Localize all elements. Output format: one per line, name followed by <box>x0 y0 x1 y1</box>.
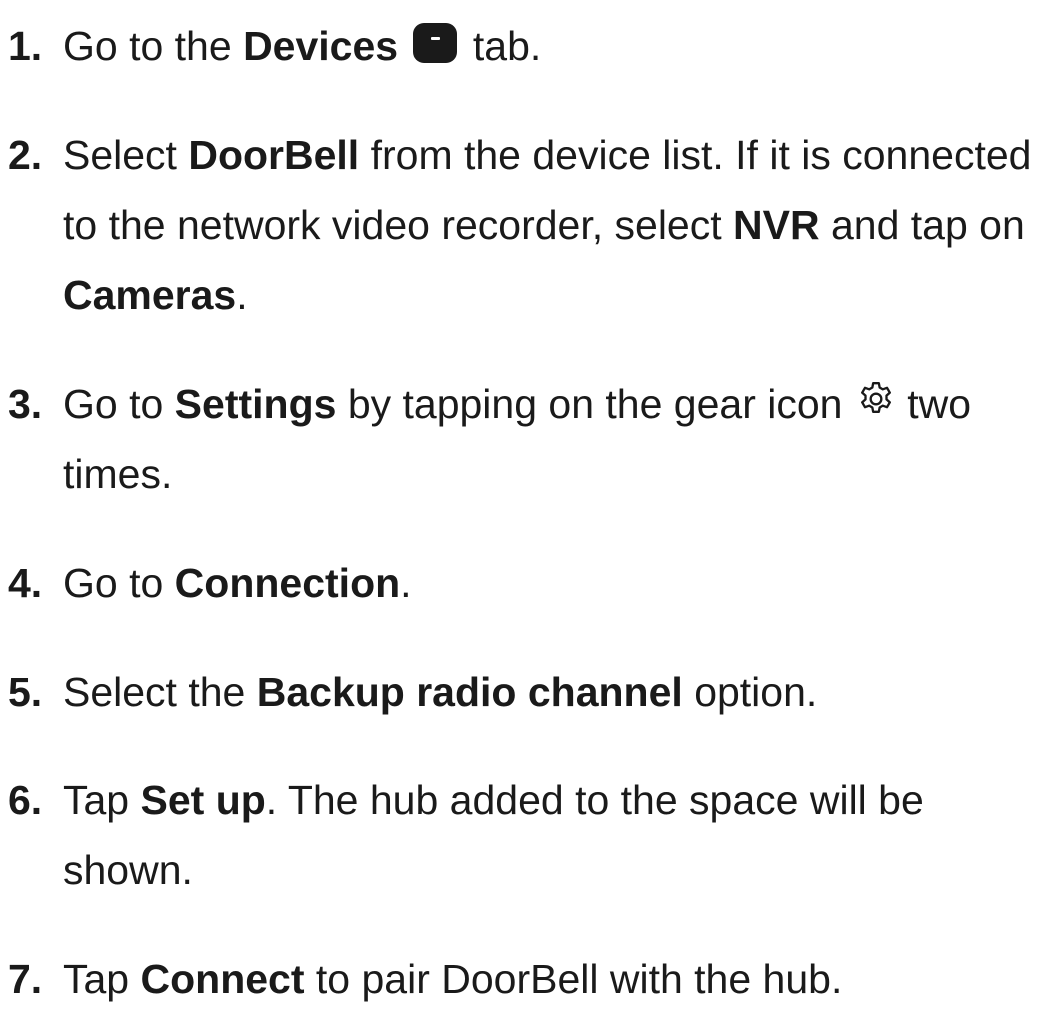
step-number: 6. <box>8 777 43 823</box>
step-6: 6. Tap Set up. The hub added to the spac… <box>8 765 1038 905</box>
set-up-label: Set up <box>140 777 266 823</box>
step-7: 7. Tap Connect to pair DoorBell with the… <box>8 944 1038 1014</box>
nvr-label: NVR <box>733 202 820 248</box>
step-number: 5. <box>8 669 43 715</box>
step-2: 2. Select DoorBell from the device list.… <box>8 120 1038 330</box>
step-text: Tap Connect to pair DoorBell with the hu… <box>63 956 843 1002</box>
backup-radio-channel-label: Backup radio channel <box>256 669 683 715</box>
devices-tab-icon <box>413 23 458 64</box>
step-4: 4. Go to Connection. <box>8 548 1038 618</box>
connect-label: Connect <box>140 956 305 1002</box>
step-text: Go to Connection. <box>63 560 412 606</box>
step-1: 1. Go to the Devices tab. <box>8 11 1038 81</box>
cameras-label: Cameras <box>63 272 237 318</box>
step-number: 1. <box>8 23 43 69</box>
step-number: 4. <box>8 560 43 606</box>
step-text: Go to Settings by tapping on the gear ic… <box>63 379 972 497</box>
devices-label: Devices <box>243 23 399 69</box>
step-number: 3. <box>8 381 43 427</box>
step-text: Go to the Devices tab. <box>63 23 542 69</box>
step-text: Select DoorBell from the device list. If… <box>63 132 1032 318</box>
connection-label: Connection <box>174 560 401 606</box>
step-text: Select the Backup radio channel option. <box>63 669 818 715</box>
step-text: Tap Set up. The hub added to the space w… <box>63 777 924 893</box>
step-number: 7. <box>8 956 43 1002</box>
step-number: 2. <box>8 132 43 178</box>
step-5: 5. Select the Backup radio channel optio… <box>8 657 1038 727</box>
settings-label: Settings <box>174 381 337 427</box>
step-3: 3. Go to Settings by tapping on the gear… <box>8 369 1038 509</box>
doorbell-label: DoorBell <box>188 132 360 178</box>
gear-icon <box>856 379 896 419</box>
